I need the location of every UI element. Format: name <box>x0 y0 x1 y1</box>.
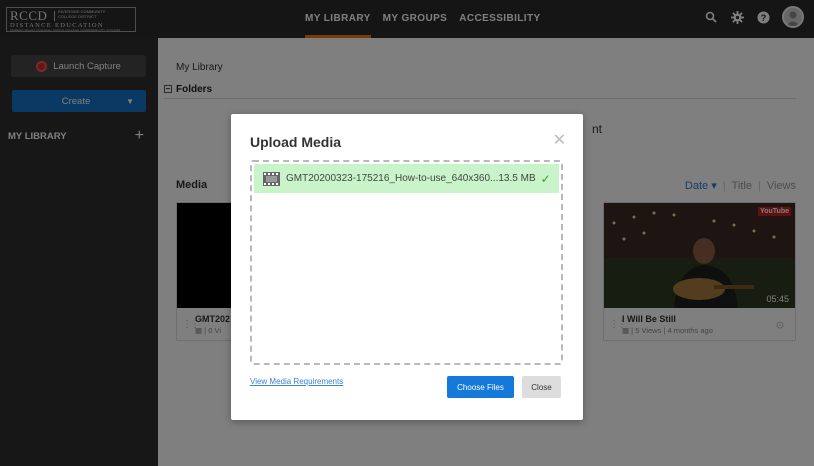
file-size: 13.5 MB <box>498 173 536 184</box>
dialog-title: Upload Media <box>250 134 342 150</box>
checkmark-icon: ✓ <box>540 171 551 186</box>
close-icon[interactable]: ✕ <box>553 130 566 150</box>
close-button[interactable]: Close <box>522 376 561 398</box>
upload-media-dialog: Upload Media ✕ GMT20200323-175216_How-to… <box>231 114 583 420</box>
video-file-icon <box>263 171 280 186</box>
choose-files-button[interactable]: Choose Files <box>447 376 514 398</box>
view-media-requirements-link[interactable]: View Media Requirements <box>250 377 343 386</box>
uploaded-file-row: GMT20200323-175216_How-to-use_640x360...… <box>254 164 559 193</box>
file-name: GMT20200323-175216_How-to-use_640x360... <box>286 173 499 184</box>
upload-drop-zone[interactable]: GMT20200323-175216_How-to-use_640x360...… <box>250 160 563 365</box>
